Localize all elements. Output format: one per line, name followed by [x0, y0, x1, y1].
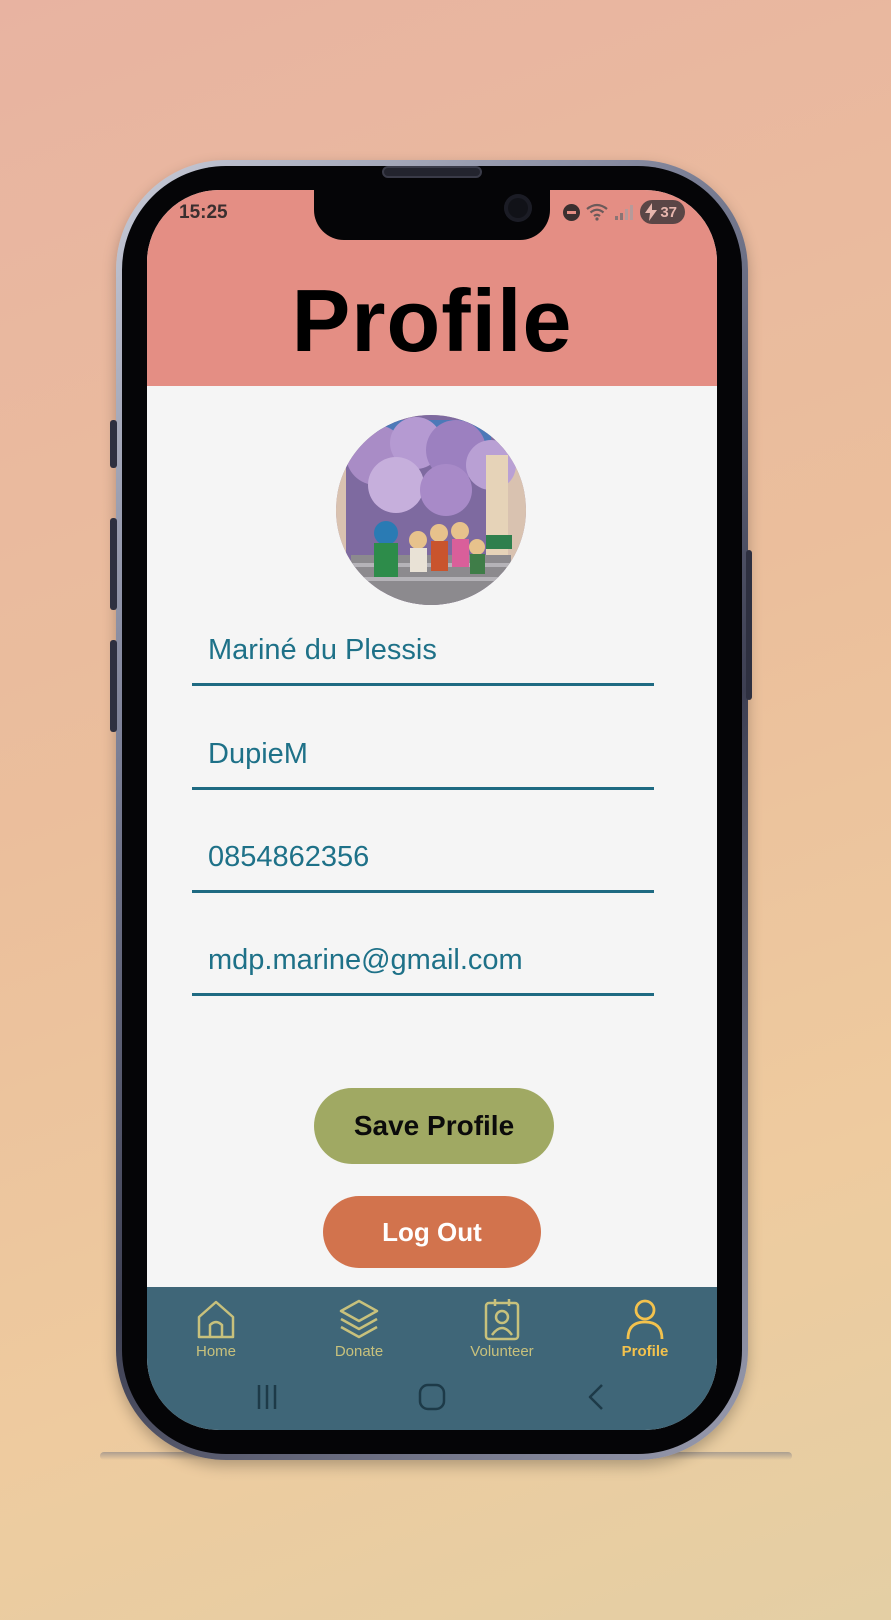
- nav-label-home: Home: [195, 1343, 236, 1360]
- nav-label-profile: Profile: [621, 1343, 669, 1360]
- signal-icon: [615, 205, 634, 220]
- home-icon: [197, 1300, 235, 1339]
- charging-icon: [645, 203, 658, 221]
- silent-switch: [110, 420, 117, 468]
- front-camera-icon: [504, 194, 532, 222]
- volume-up-button: [110, 518, 117, 610]
- battery-level: 37: [660, 203, 677, 221]
- page-title: Profile: [291, 271, 573, 370]
- nav-item-volunteer[interactable]: Volunteer: [447, 1297, 557, 1360]
- username-field[interactable]: DupieM: [192, 714, 654, 790]
- profile-avatar[interactable]: [336, 415, 526, 605]
- wifi-icon: [586, 203, 608, 221]
- email-value: mdp.marine@gmail.com: [208, 944, 523, 976]
- phone-screen: 15:25 37 Profile Mariné du Plessis Dupie…: [147, 190, 717, 1430]
- do-not-disturb-icon: [563, 203, 581, 221]
- back-icon[interactable]: [582, 1382, 612, 1412]
- badge-icon: [484, 1299, 520, 1341]
- person-icon: [626, 1299, 664, 1340]
- full-name-field[interactable]: Mariné du Plessis: [192, 610, 654, 686]
- speaker-grille: [382, 166, 482, 178]
- profile-photo-image: [336, 415, 526, 605]
- layers-icon: [339, 1299, 379, 1339]
- email-field[interactable]: mdp.marine@gmail.com: [192, 920, 654, 996]
- nav-item-profile[interactable]: Profile: [590, 1297, 700, 1360]
- phone-value: 0854862356: [208, 841, 370, 873]
- nav-item-home[interactable]: Home: [161, 1297, 271, 1360]
- bottom-nav: Home Donate Volunteer Profile: [147, 1287, 717, 1430]
- username-value: DupieM: [208, 738, 308, 770]
- home-button-icon[interactable]: [417, 1382, 447, 1412]
- recent-apps-icon[interactable]: [252, 1382, 282, 1412]
- nav-label-volunteer: Volunteer: [470, 1343, 534, 1360]
- log-out-button[interactable]: Log Out: [323, 1196, 541, 1268]
- phone-field[interactable]: 0854862356: [192, 817, 654, 893]
- power-button: [746, 550, 752, 700]
- camera-notch: [314, 190, 550, 240]
- nav-label-donate: Donate: [334, 1343, 384, 1360]
- save-profile-button[interactable]: Save Profile: [314, 1088, 554, 1164]
- status-icons: 37: [563, 200, 685, 224]
- full-name-value: Mariné du Plessis: [208, 634, 437, 666]
- profile-header: 15:25 37 Profile: [147, 190, 717, 386]
- battery-indicator: 37: [640, 200, 685, 224]
- nav-item-donate[interactable]: Donate: [304, 1297, 414, 1360]
- status-time: 15:25: [179, 202, 228, 223]
- volume-down-button: [110, 640, 117, 732]
